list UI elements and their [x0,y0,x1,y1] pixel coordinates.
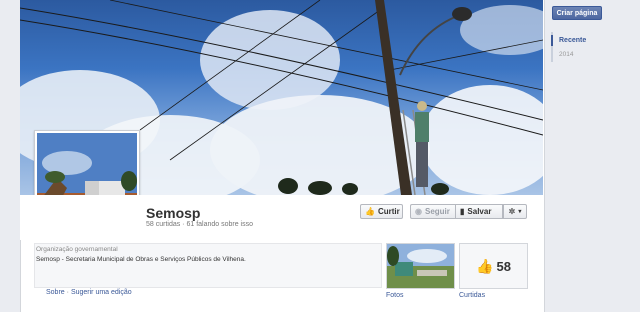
save-button[interactable]: ▮ Salvar [455,204,503,219]
likes-count: 58 [496,258,511,274]
photos-label[interactable]: Fotos [386,292,404,299]
timeline-recent-link[interactable]: Recente [551,35,586,46]
suggest-edit-link[interactable]: Sugerir uma edição [71,289,132,296]
about-links: Sobre · Sugerir uma edição [46,289,132,296]
likes-tile[interactable]: 👍 58 [459,243,528,289]
follow-button-label: Seguir [424,207,450,216]
thumbs-up-icon: 👍 [476,257,494,274]
thumbs-up-icon: 👍 [365,207,375,216]
page-category[interactable]: Organização governamental [36,246,118,253]
page-title[interactable]: Semosp [146,205,200,221]
timeline-year-link[interactable]: 2014 [559,51,573,58]
follow-button[interactable]: ◉ Seguir [410,204,455,219]
like-button[interactable]: 👍 Curtir [360,204,403,219]
create-page-button[interactable]: Criar página [552,6,602,20]
bookmark-icon: ▮ [460,207,465,216]
photos-tile[interactable] [386,243,455,289]
save-button-label: Salvar [467,207,492,216]
link-separator: · [66,289,69,296]
rss-icon: ◉ [415,207,422,216]
likes-label[interactable]: Curtidas [459,292,485,299]
about-link[interactable]: Sobre [46,289,65,296]
page-stats: 58 curtidas · 61 falando sobre isso [146,221,254,228]
like-button-label: Curtir [377,207,400,216]
chevron-down-icon: ▾ [518,209,522,215]
gear-icon: ✲ [508,207,516,216]
more-options-button[interactable]: ✲ ▾ [503,204,527,219]
page-description: Semosp - Secretaria Municipal de Obras e… [36,256,246,263]
